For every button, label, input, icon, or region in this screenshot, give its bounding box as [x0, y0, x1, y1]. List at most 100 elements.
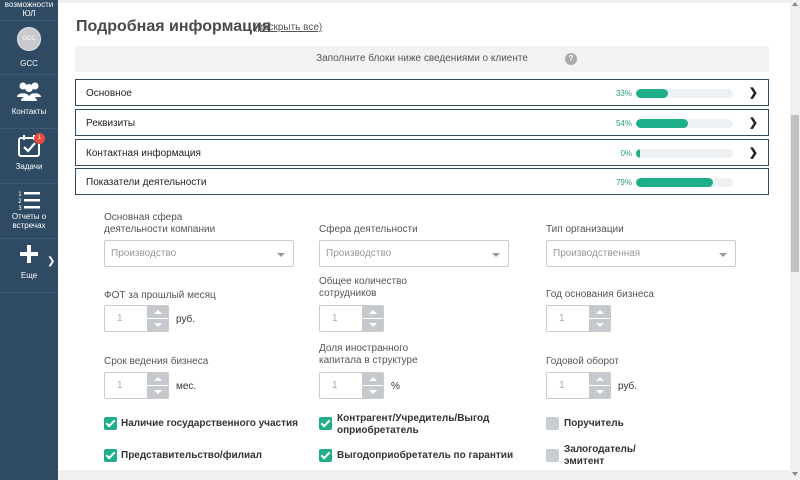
decrement-button[interactable]	[589, 319, 610, 331]
increment-button[interactable]	[362, 306, 383, 318]
fot-unit: руб.	[176, 314, 196, 325]
accordion-label: Показатели деятельности	[86, 177, 207, 188]
svg-text:2: 2	[18, 198, 22, 205]
sidebar-item-label: GCC	[20, 59, 38, 68]
sidebar-item-label: ЮЛ	[22, 9, 36, 18]
avatar: GCC	[17, 27, 41, 51]
sphere-select[interactable]: Производство	[319, 240, 509, 267]
turnover-label: Годовой оборот	[546, 356, 619, 367]
caret-down-icon	[277, 253, 285, 257]
state-participation-checkbox[interactable]	[104, 417, 117, 430]
counterparty-label: Контрагент/Учредитель/Выгод оприобретате…	[337, 413, 490, 436]
turnover-unit: руб.	[618, 381, 638, 392]
sidebar-item-label: возможности	[4, 0, 54, 9]
main-sphere-select[interactable]: Производство	[104, 240, 294, 267]
caret-down-icon	[369, 390, 377, 394]
foreign-capital-label: Доля иностранного капитала в структуре	[319, 343, 418, 366]
page-title: Подробная информация	[76, 18, 272, 35]
tasks-badge: 1	[34, 133, 45, 144]
caret-down-icon	[369, 323, 377, 327]
beneficiary-checkbox[interactable]	[319, 449, 332, 462]
branch-checkbox[interactable]	[104, 449, 117, 462]
decrement-button[interactable]	[147, 386, 168, 398]
scroll-up-icon[interactable]	[792, 2, 798, 6]
caret-up-icon	[369, 377, 377, 381]
horizontal-scrollbar[interactable]	[58, 470, 790, 480]
progress-bar	[636, 89, 733, 98]
help-icon[interactable]: ?	[565, 53, 577, 65]
chevron-right-icon: ❯	[748, 147, 758, 159]
increment-button[interactable]	[589, 306, 610, 318]
plus-icon	[20, 245, 38, 263]
stepper-value: 1	[559, 313, 565, 324]
sidebar-item-gcc[interactable]: GCC GCC	[0, 27, 58, 68]
sphere-label: Сфера деятельности	[319, 224, 418, 235]
employees-stepper[interactable]: 1	[319, 305, 384, 332]
founded-stepper[interactable]: 1	[546, 305, 611, 332]
fot-label: ФОТ за прошлый месяц	[104, 290, 216, 301]
sidebar-item-contacts[interactable]: Контакты	[0, 80, 58, 116]
increment-button[interactable]	[589, 373, 610, 385]
sidebar-item-tasks[interactable]: Задачи	[0, 135, 58, 171]
sidebar-item-reports[interactable]: 1 2 3 Отчеты о встречах	[0, 190, 58, 230]
caret-down-icon	[596, 390, 604, 394]
foreign-capital-stepper[interactable]: 1	[319, 372, 384, 399]
org-type-label: Тип организации	[546, 224, 624, 235]
progress-bar	[636, 178, 733, 187]
counterparty-checkbox[interactable]	[319, 417, 332, 430]
decrement-button[interactable]	[362, 319, 383, 331]
sidebar-divider	[0, 183, 58, 184]
chevron-right-icon: ❯	[748, 87, 758, 99]
pledgor-checkbox[interactable]	[546, 449, 559, 462]
sidebar-item-company-features[interactable]: возможности ЮЛ	[0, 0, 58, 18]
stepper-value: 1	[117, 313, 123, 324]
select-value: Производственная	[553, 248, 641, 259]
accordion-performance[interactable]: Показатели деятельности 79%	[75, 168, 769, 195]
sidebar-item-label: Задачи	[15, 162, 43, 171]
sidebar-divider	[0, 20, 58, 21]
pledgor-label: Залогодатель/ эмитент	[564, 444, 636, 467]
increment-button[interactable]	[147, 373, 168, 385]
caret-down-icon	[719, 253, 727, 257]
decrement-button[interactable]	[362, 386, 383, 398]
accordion-contact-info[interactable]: Контактная информация 0% ❯	[75, 139, 769, 166]
guarantor-checkbox[interactable]	[546, 417, 559, 430]
decrement-button[interactable]	[147, 319, 168, 331]
caret-down-icon	[492, 253, 500, 257]
sidebar: возможности ЮЛ GCC GCC Контакты Задачи 1	[0, 0, 58, 480]
scroll-thumb[interactable]	[791, 115, 799, 272]
progress-percent: 0%	[620, 149, 632, 158]
founded-label: Год основания бизнеса	[546, 289, 654, 300]
vertical-scrollbar[interactable]	[790, 0, 800, 480]
duration-stepper[interactable]: 1	[104, 372, 169, 399]
branch-label: Представительство/филиал	[121, 450, 263, 461]
caret-down-icon	[596, 323, 604, 327]
caret-up-icon	[369, 310, 377, 314]
caret-up-icon	[596, 310, 604, 314]
fot-stepper[interactable]: 1	[104, 305, 169, 332]
sidebar-divider	[0, 128, 58, 129]
turnover-stepper[interactable]: 1	[546, 372, 611, 399]
org-type-select[interactable]: Производственная	[546, 240, 736, 267]
progress-fill	[636, 119, 689, 128]
accordion-requisites[interactable]: Реквизиты 54% ❯	[75, 109, 769, 136]
accordion-basic[interactable]: Основное 33% ❯	[75, 79, 769, 106]
sidebar-divider	[0, 238, 58, 239]
caret-up-icon	[154, 310, 162, 314]
scroll-down-icon[interactable]	[792, 472, 798, 476]
increment-button[interactable]	[362, 373, 383, 385]
caret-down-icon	[154, 323, 162, 327]
main-content: Подробная информация (раскрыть все) Запо…	[58, 0, 790, 480]
chevron-right-icon: ❯	[748, 117, 758, 129]
chevron-right-icon[interactable]: ❯	[47, 256, 55, 267]
main-sphere-label: Основная сфера деятельности компании	[104, 212, 216, 235]
progress-percent: 54%	[615, 119, 632, 128]
foreign-capital-unit: %	[391, 381, 400, 392]
progress-bar	[636, 149, 733, 158]
progress-percent: 79%	[615, 178, 632, 187]
accordion-label: Основное	[86, 88, 132, 99]
increment-button[interactable]	[147, 306, 168, 318]
top-divider	[58, 0, 790, 3]
expand-all-link[interactable]: (раскрыть все)	[254, 22, 322, 33]
decrement-button[interactable]	[589, 386, 610, 398]
